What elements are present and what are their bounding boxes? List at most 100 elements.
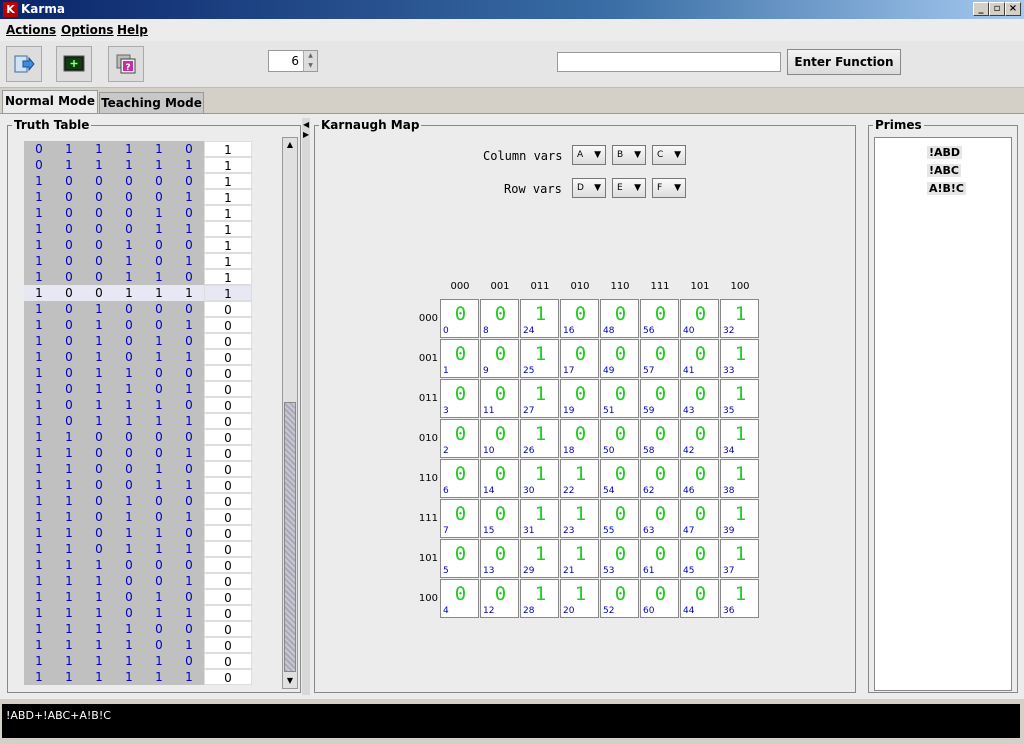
table-row[interactable]: 1010110 xyxy=(24,349,252,365)
kmap-cell[interactable]: 0 15 xyxy=(480,499,519,538)
table-row[interactable]: 1100000 xyxy=(24,429,252,445)
kmap-cell[interactable]: 0 58 xyxy=(640,419,679,458)
kmap-cell[interactable]: 1 23 xyxy=(560,499,599,538)
panel-splitter[interactable]: ◀ ▶ xyxy=(302,118,310,695)
truth-output-cell[interactable]: 0 xyxy=(204,541,252,557)
kmap-cell[interactable]: 0 55 xyxy=(600,499,639,538)
truth-output-cell[interactable]: 0 xyxy=(204,413,252,429)
kmap-cell[interactable]: 0 14 xyxy=(480,459,519,498)
kmap-cell[interactable]: 0 57 xyxy=(640,339,679,378)
restore-button[interactable]: ▫ xyxy=(989,2,1005,16)
truth-output-cell[interactable]: 1 xyxy=(204,141,252,157)
collapse-right-icon[interactable]: ▶ xyxy=(303,130,309,139)
table-row[interactable]: 1100100 xyxy=(24,461,252,477)
enter-function-button[interactable]: Enter Function xyxy=(787,49,901,75)
truth-output-cell[interactable]: 1 xyxy=(204,189,252,205)
truth-output-cell[interactable]: 0 xyxy=(204,621,252,637)
truth-output-cell[interactable]: 0 xyxy=(204,477,252,493)
column-var-2-select[interactable]: B ▼ xyxy=(612,145,646,165)
table-row[interactable]: 0111101 xyxy=(24,141,252,157)
truth-output-cell[interactable]: 0 xyxy=(204,317,252,333)
kmap-cell[interactable]: 05 xyxy=(440,539,479,578)
table-row[interactable]: 1100010 xyxy=(24,445,252,461)
kmap-cell[interactable]: 0 61 xyxy=(640,539,679,578)
close-button[interactable]: × xyxy=(1005,2,1021,16)
truth-output-cell[interactable]: 0 xyxy=(204,365,252,381)
kmap-cell[interactable]: 1 30 xyxy=(520,459,559,498)
column-var-3-select[interactable]: C ▼ xyxy=(652,145,686,165)
truth-output-cell[interactable]: 0 xyxy=(204,301,252,317)
truth-output-cell[interactable]: 1 xyxy=(204,173,252,189)
kmap-cell[interactable]: 0 11 xyxy=(480,379,519,418)
tab-normal-mode[interactable]: Normal Mode xyxy=(2,90,98,113)
column-var-1-select[interactable]: A ▼ xyxy=(572,145,606,165)
tab-teaching-mode[interactable]: Teaching Mode xyxy=(99,92,204,113)
table-row[interactable]: 1101010 xyxy=(24,509,252,525)
table-row[interactable]: 1011110 xyxy=(24,413,252,429)
menu-options[interactable]: Options xyxy=(61,23,114,37)
table-row[interactable]: 1101100 xyxy=(24,525,252,541)
kmap-cell[interactable]: 0 52 xyxy=(600,579,639,618)
table-row[interactable]: 1011000 xyxy=(24,365,252,381)
kmap-cell[interactable]: 0 13 xyxy=(480,539,519,578)
kmap-cell[interactable]: 0 62 xyxy=(640,459,679,498)
kmap-cell[interactable]: 0 50 xyxy=(600,419,639,458)
truth-output-cell[interactable]: 1 xyxy=(204,253,252,269)
minimize-button[interactable]: _ xyxy=(973,2,989,16)
table-row[interactable]: 1100110 xyxy=(24,477,252,493)
table-row[interactable]: 1010010 xyxy=(24,317,252,333)
truth-output-cell[interactable]: 1 xyxy=(204,285,252,301)
table-row[interactable]: 1011100 xyxy=(24,397,252,413)
kmap-cell[interactable]: 0 48 xyxy=(600,299,639,338)
truth-output-cell[interactable]: 0 xyxy=(204,573,252,589)
truth-output-cell[interactable]: 0 xyxy=(204,493,252,509)
kmap-cell[interactable]: 08 xyxy=(480,299,519,338)
kmap-cell[interactable]: 1 35 xyxy=(720,379,759,418)
prime-item[interactable]: A!B!C xyxy=(927,182,967,195)
table-row[interactable]: 1010000 xyxy=(24,301,252,317)
kmap-cell[interactable]: 1 37 xyxy=(720,539,759,578)
kmap-cell[interactable]: 0 42 xyxy=(680,419,719,458)
kmap-cell[interactable]: 1 39 xyxy=(720,499,759,538)
kmap-cell[interactable]: 0 19 xyxy=(560,379,599,418)
kmap-cell[interactable]: 1 27 xyxy=(520,379,559,418)
table-row[interactable]: 1110000 xyxy=(24,557,252,573)
truth-output-cell[interactable]: 0 xyxy=(204,381,252,397)
menu-actions[interactable]: Actions xyxy=(6,23,56,37)
kmap-cell[interactable]: 1 32 xyxy=(720,299,759,338)
kmap-cell[interactable]: 0 56 xyxy=(640,299,679,338)
truth-output-cell[interactable]: 0 xyxy=(204,669,252,685)
row-var-1-select[interactable]: D ▼ xyxy=(572,178,606,198)
truth-output-cell[interactable]: 0 xyxy=(204,429,252,445)
spinner-up-icon[interactable]: ▲ xyxy=(303,51,317,61)
kmap-cell[interactable]: 1 29 xyxy=(520,539,559,578)
table-row[interactable]: 1101000 xyxy=(24,493,252,509)
table-row[interactable]: 0111111 xyxy=(24,157,252,173)
table-row[interactable]: 1111000 xyxy=(24,621,252,637)
kmap-cell[interactable]: 1 36 xyxy=(720,579,759,618)
table-row[interactable]: 1010100 xyxy=(24,333,252,349)
kmap-cell[interactable]: 0 53 xyxy=(600,539,639,578)
screen-button[interactable] xyxy=(56,46,92,82)
row-var-3-select[interactable]: F ▼ xyxy=(652,178,686,198)
kmap-cell[interactable]: 0 46 xyxy=(680,459,719,498)
kmap-cell[interactable]: 0 12 xyxy=(480,579,519,618)
kmap-cell[interactable]: 0 16 xyxy=(560,299,599,338)
spinner-down-icon[interactable]: ▼ xyxy=(303,61,317,71)
kmap-cell[interactable]: 1 25 xyxy=(520,339,559,378)
table-row[interactable]: 1111110 xyxy=(24,669,252,685)
kmap-cell[interactable]: 1 33 xyxy=(720,339,759,378)
kmap-cell[interactable]: 0 18 xyxy=(560,419,599,458)
kmap-cell[interactable]: 0 54 xyxy=(600,459,639,498)
truth-output-cell[interactable]: 0 xyxy=(204,333,252,349)
kmap-cell[interactable]: 0 40 xyxy=(680,299,719,338)
truth-output-cell[interactable]: 1 xyxy=(204,269,252,285)
truth-output-cell[interactable]: 0 xyxy=(204,397,252,413)
menu-help[interactable]: Help xyxy=(117,23,148,37)
table-row[interactable]: 1101110 xyxy=(24,541,252,557)
kmap-cell[interactable]: 1 26 xyxy=(520,419,559,458)
table-row[interactable]: 1111010 xyxy=(24,637,252,653)
kmap-cell[interactable]: 00 xyxy=(440,299,479,338)
table-row[interactable]: 1111100 xyxy=(24,653,252,669)
export-button[interactable] xyxy=(6,46,42,82)
